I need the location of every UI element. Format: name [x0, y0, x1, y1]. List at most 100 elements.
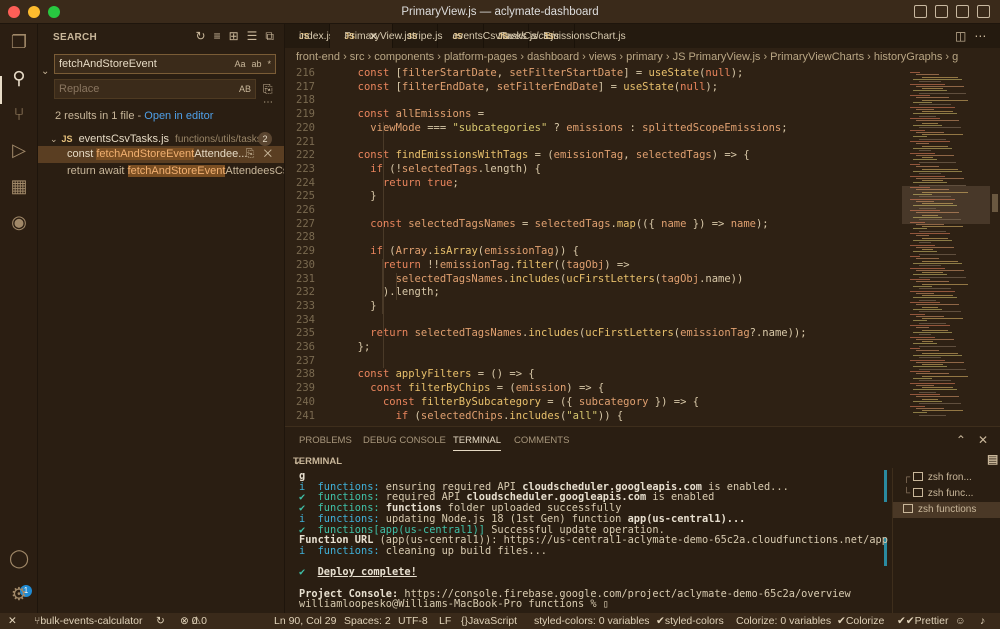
- minimap-line: [919, 253, 956, 255]
- styled-colors-toggle[interactable]: ✔ styled-colors: [656, 613, 724, 629]
- styled-colors-item[interactable]: styled-colors: 0 variables: [534, 613, 650, 629]
- minimap-line: [922, 398, 938, 400]
- code-editor[interactable]: 216 const [filterStartDate, setFilterSta…: [285, 66, 902, 426]
- minimap-line: [913, 331, 952, 333]
- tab-comments[interactable]: COMMENTS: [514, 435, 569, 446]
- minimap-line: [916, 108, 934, 110]
- match-case-icon[interactable]: Aa: [234, 55, 245, 73]
- tab-label: index.js: [299, 30, 334, 42]
- run-debug-icon[interactable]: ▷: [9, 140, 29, 160]
- extensions-icon[interactable]: ▦: [9, 176, 29, 196]
- toggle-secondary-sidebar-icon[interactable]: [956, 5, 969, 18]
- toggle-panel-icon[interactable]: [935, 5, 948, 18]
- prettier-item[interactable]: ✔✔ Prettier: [897, 613, 948, 629]
- minimap-line: [922, 214, 938, 216]
- toggle-replace-chevron-icon[interactable]: ⌄: [41, 66, 49, 77]
- split-editor-icon[interactable]: ◫: [955, 29, 966, 43]
- terminal-menu-icon[interactable]: ▤: [987, 452, 998, 466]
- more-options-icon[interactable]: ⋯: [263, 97, 273, 108]
- replace-all-icon[interactable]: ⎘: [263, 82, 273, 97]
- files-icon[interactable]: ❐: [9, 32, 29, 52]
- terminal-session-item[interactable]: ┌ zsh fron...: [893, 470, 1000, 486]
- code-line: if (selectedChips.includes("all")) {: [395, 409, 624, 422]
- feedback-icon[interactable]: ☺: [955, 613, 966, 629]
- line-number: 236: [296, 341, 315, 353]
- line-number: 217: [296, 80, 315, 93]
- minimap-line: [913, 78, 962, 80]
- regex-icon[interactable]: *: [267, 55, 271, 73]
- minimap-line: [922, 387, 953, 389]
- replace-icon[interactable]: ⎘: [246, 148, 255, 160]
- zoom-window-button[interactable]: [48, 6, 60, 18]
- preserve-case-icon[interactable]: AB: [239, 80, 251, 98]
- close-window-button[interactable]: [8, 6, 20, 18]
- more-actions-icon[interactable]: ⋯: [974, 29, 986, 43]
- line-ending[interactable]: LF: [439, 613, 451, 629]
- branch-item[interactable]: ⑂ bulk-events-calculator: [34, 613, 142, 629]
- minimap-line: [922, 237, 948, 239]
- terminal-session-item[interactable]: zsh functions: [893, 502, 1000, 518]
- minimap-line: [910, 336, 935, 338]
- colorize-toggle[interactable]: ✔ Colorize: [837, 613, 884, 629]
- minimap-line: [922, 318, 963, 320]
- minimap-line: [910, 221, 925, 223]
- tab-debug-console[interactable]: DEBUG CONSOLE: [363, 435, 446, 446]
- minimize-window-button[interactable]: [28, 6, 40, 18]
- sync-icon[interactable]: ↻: [156, 613, 165, 629]
- minimap-line: [913, 274, 947, 276]
- line-number: 241: [296, 409, 315, 422]
- tab-terminal[interactable]: TERMINAL: [453, 435, 502, 451]
- search-match-item[interactable]: const fetchAndStoreEventAttendee... ⎘ ✕: [38, 146, 284, 163]
- language-mode[interactable]: {} JavaScript: [461, 613, 517, 629]
- minimap-line: [913, 308, 942, 310]
- minimap-line: [919, 92, 966, 94]
- problems-item[interactable]: ⊗ 0 ⚠ 0: [180, 613, 207, 629]
- match-whole-word-icon[interactable]: ab: [251, 55, 261, 73]
- view-as-tree-icon[interactable]: ☰: [247, 29, 258, 44]
- remote-icon[interactable]: ✕: [8, 613, 17, 629]
- settings-gear-icon[interactable]: ⚙: [9, 584, 29, 604]
- minimap-line: [922, 283, 968, 285]
- refresh-icon[interactable]: ↻: [196, 29, 206, 44]
- result-file[interactable]: ⌄ JS eventsCsvTasks.js functions/utils/t…: [50, 131, 280, 147]
- github-icon[interactable]: ◉: [9, 212, 29, 232]
- tab-problems[interactable]: PROBLEMS: [299, 435, 352, 446]
- minimap-line: [910, 256, 920, 257]
- code-line: return !!emissionTag.filter((tagObj) =>: [382, 258, 630, 271]
- minimap-line: [919, 414, 946, 416]
- minimap[interactable]: [902, 66, 1000, 426]
- tab-index-js[interactable]: JS index.js: [285, 24, 334, 48]
- clear-results-icon[interactable]: ≡: [214, 29, 221, 44]
- search-icon[interactable]: ⚲: [9, 68, 29, 88]
- editor-scrollbar[interactable]: [992, 194, 998, 212]
- terminal-session-item[interactable]: └ zsh func...: [893, 486, 1000, 502]
- tab-stripe-js[interactable]: JS stripe.js: [393, 24, 443, 48]
- toggle-sidebar-icon[interactable]: [914, 5, 927, 18]
- customize-layout-icon[interactable]: [977, 5, 990, 18]
- tab-eventscsvtasks-js[interactable]: JS eventsCsvTasks.js: [438, 24, 537, 48]
- tab-emissionschart-js[interactable]: JS EmissionsChart.js: [529, 24, 626, 48]
- close-panel-icon[interactable]: ✕: [978, 433, 988, 447]
- terminal-output[interactable]: gi functions: ensuring required API clou…: [285, 468, 892, 613]
- collapse-all-icon[interactable]: ⧉: [265, 29, 274, 44]
- breadcrumb[interactable]: front-end › src › components › platform-…: [285, 48, 1000, 66]
- source-control-icon[interactable]: ⑂: [9, 104, 29, 124]
- minimap-line: [922, 99, 968, 101]
- encoding[interactable]: UTF-8: [398, 613, 428, 629]
- tab-primaryview-js[interactable]: JS PrimaryView.js ✕: [330, 24, 412, 48]
- open-in-editor-link[interactable]: Open in editor: [144, 110, 213, 122]
- search-match-item[interactable]: return await fetchAndStoreEventAttendees…: [38, 163, 284, 180]
- minimap-line: [919, 380, 951, 382]
- indentation[interactable]: Spaces: 2: [344, 613, 391, 629]
- dismiss-icon[interactable]: ✕: [264, 148, 272, 160]
- activity-bar: ❐ ⚲ ⑂ ▷ ▦ ◉ ◯ 1 ⚙: [0, 24, 38, 613]
- cursor-position[interactable]: Ln 90, Col 29: [274, 613, 336, 629]
- notifications-icon[interactable]: ♪: [980, 613, 985, 629]
- account-icon[interactable]: ◯: [9, 548, 29, 568]
- maximize-panel-icon[interactable]: ⌃: [956, 433, 966, 447]
- new-search-editor-icon[interactable]: ⊞: [229, 29, 239, 44]
- tab-travelcalcs-js[interactable]: JS travelCalcs.js: [484, 24, 559, 48]
- colorize-item[interactable]: Colorize: 0 variables: [736, 613, 831, 629]
- replace-input[interactable]: Replace AB: [54, 79, 256, 99]
- search-input[interactable]: fetchAndStoreEvent Aa ab *: [54, 54, 276, 74]
